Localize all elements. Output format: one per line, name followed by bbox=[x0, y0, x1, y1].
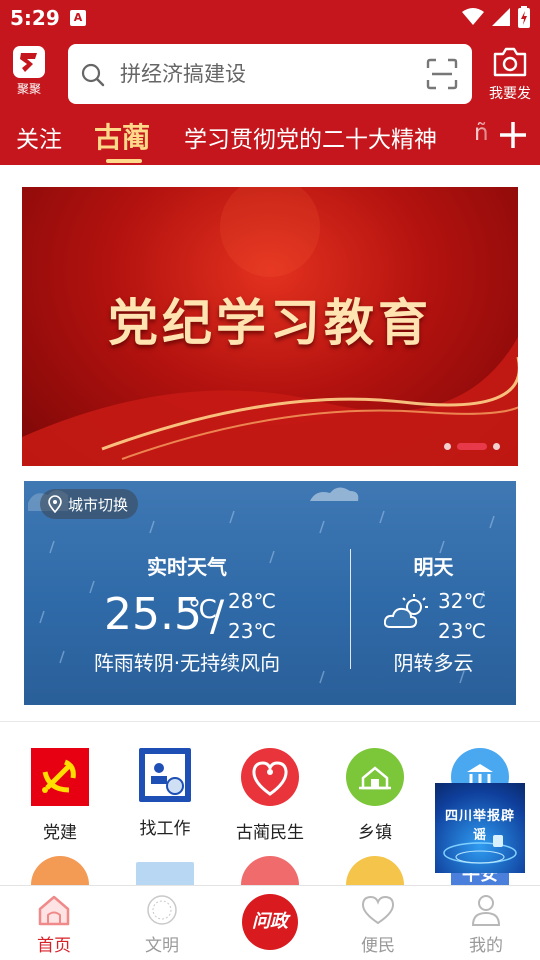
nav-civilization[interactable]: 文明 bbox=[122, 892, 202, 956]
nav-convenience-label: 便民 bbox=[361, 936, 395, 956]
grid-label: 党建 bbox=[43, 823, 77, 843]
tomorrow-high: 32℃ bbox=[438, 589, 486, 613]
current-weather-desc: 阵雨转阴·无持续风向 bbox=[93, 651, 281, 675]
grid-label: 乡镇 bbox=[358, 823, 392, 843]
floating-ad-rumor-report[interactable]: 四川举报辟谣 bbox=[435, 783, 525, 873]
today-high: 28℃ bbox=[228, 589, 276, 613]
channel-tabs: 关注 古蔺 学习贯彻党的二十大精神 ñ bbox=[0, 110, 540, 165]
battery-icon bbox=[518, 6, 530, 28]
today-low: 23℃ bbox=[228, 619, 276, 643]
city-switch-label: 城市切换 bbox=[68, 495, 129, 514]
nav-inquiry-button[interactable]: 问政 bbox=[242, 894, 298, 950]
party-emblem-icon bbox=[31, 748, 89, 806]
city-switch-button[interactable]: 城市切换 bbox=[40, 489, 139, 519]
carousel-dot[interactable] bbox=[444, 443, 451, 450]
job-id-icon bbox=[139, 748, 191, 802]
grid-item-find-job[interactable]: 找工作 bbox=[115, 748, 215, 839]
tomorrow-weather-desc: 阴转多云 bbox=[393, 651, 474, 675]
nav-convenience[interactable]: 便民 bbox=[338, 892, 418, 956]
nav-civilization-label: 文明 bbox=[145, 936, 179, 956]
location-pin-icon bbox=[48, 495, 62, 513]
status-bar: 5:29 A bbox=[0, 0, 540, 36]
tab-active-indicator bbox=[106, 159, 142, 163]
tab-follow[interactable]: 关注 bbox=[16, 120, 62, 154]
grid-item-livelihood[interactable]: 古蔺民生 bbox=[220, 748, 320, 843]
civilization-icon bbox=[147, 895, 177, 925]
nav-home[interactable]: 首页 bbox=[14, 892, 94, 956]
heart-people-icon bbox=[241, 748, 299, 806]
header-row: 聚聚 我要发 bbox=[0, 42, 540, 104]
banner-title: 党纪学习教育 bbox=[108, 293, 432, 352]
carousel-indicator bbox=[444, 443, 500, 450]
weather-card[interactable]: 城市切换 实时天气 25.5 ℃ / 28℃ 23℃ 阵雨转阴·无持续风向 明天… bbox=[24, 481, 516, 705]
bottom-navigation: 首页 文明 问政 便民 我的 bbox=[0, 885, 540, 960]
publish-label: 我要发 bbox=[489, 86, 531, 102]
grid-item-party-building[interactable]: 党建 bbox=[10, 748, 110, 843]
tomorrow-title: 明天 bbox=[413, 555, 454, 579]
section-divider bbox=[0, 721, 540, 722]
top-header: 5:29 A 聚聚 我要发 关注 古蔺 学习贯彻党的二十大精神 ñ bbox=[0, 0, 540, 165]
nav-home-label: 首页 bbox=[37, 936, 71, 956]
status-time: 5:29 bbox=[10, 6, 60, 30]
publish-button[interactable]: 我要发 bbox=[482, 46, 538, 102]
wifi-icon bbox=[462, 8, 484, 25]
notification-app-icon: A bbox=[70, 10, 86, 26]
current-weather-title: 实时天气 bbox=[147, 555, 227, 579]
tomorrow-low: 23℃ bbox=[438, 619, 486, 643]
partly-cloudy-icon bbox=[384, 594, 428, 628]
nav-mine[interactable]: 我的 bbox=[446, 892, 526, 956]
search-bar[interactable] bbox=[68, 44, 472, 104]
signal-icon bbox=[492, 8, 510, 26]
banner-carousel[interactable]: 党纪学习教育 bbox=[22, 187, 518, 466]
tab-study[interactable]: 学习贯彻党的二十大精神 bbox=[184, 120, 437, 154]
floating-ad-text: 四川举报辟谣 bbox=[444, 809, 515, 843]
temperature-separator: / bbox=[210, 591, 225, 640]
carousel-dot[interactable] bbox=[493, 443, 500, 450]
profile-icon bbox=[471, 895, 501, 926]
home-icon bbox=[38, 895, 70, 926]
logo-mark-icon bbox=[13, 46, 45, 78]
logo-label: 聚聚 bbox=[16, 82, 41, 96]
grid-item-township[interactable]: 乡镇 bbox=[325, 748, 425, 843]
app-logo[interactable]: 聚聚 bbox=[10, 46, 48, 100]
add-channel-icon[interactable] bbox=[498, 120, 528, 150]
tab-gulin[interactable]: 古蔺 bbox=[94, 116, 150, 156]
scan-icon[interactable] bbox=[426, 58, 458, 90]
search-input[interactable] bbox=[120, 56, 420, 92]
nav-mine-label: 我的 bbox=[469, 936, 503, 956]
carousel-dot-active[interactable] bbox=[457, 443, 487, 450]
village-icon bbox=[346, 748, 404, 806]
camera-icon bbox=[493, 47, 527, 77]
status-icons bbox=[462, 6, 530, 28]
grid-label: 找工作 bbox=[139, 819, 191, 839]
heart-icon bbox=[361, 895, 395, 925]
search-icon bbox=[81, 63, 105, 87]
grid-label: 古蔺民生 bbox=[236, 823, 304, 843]
